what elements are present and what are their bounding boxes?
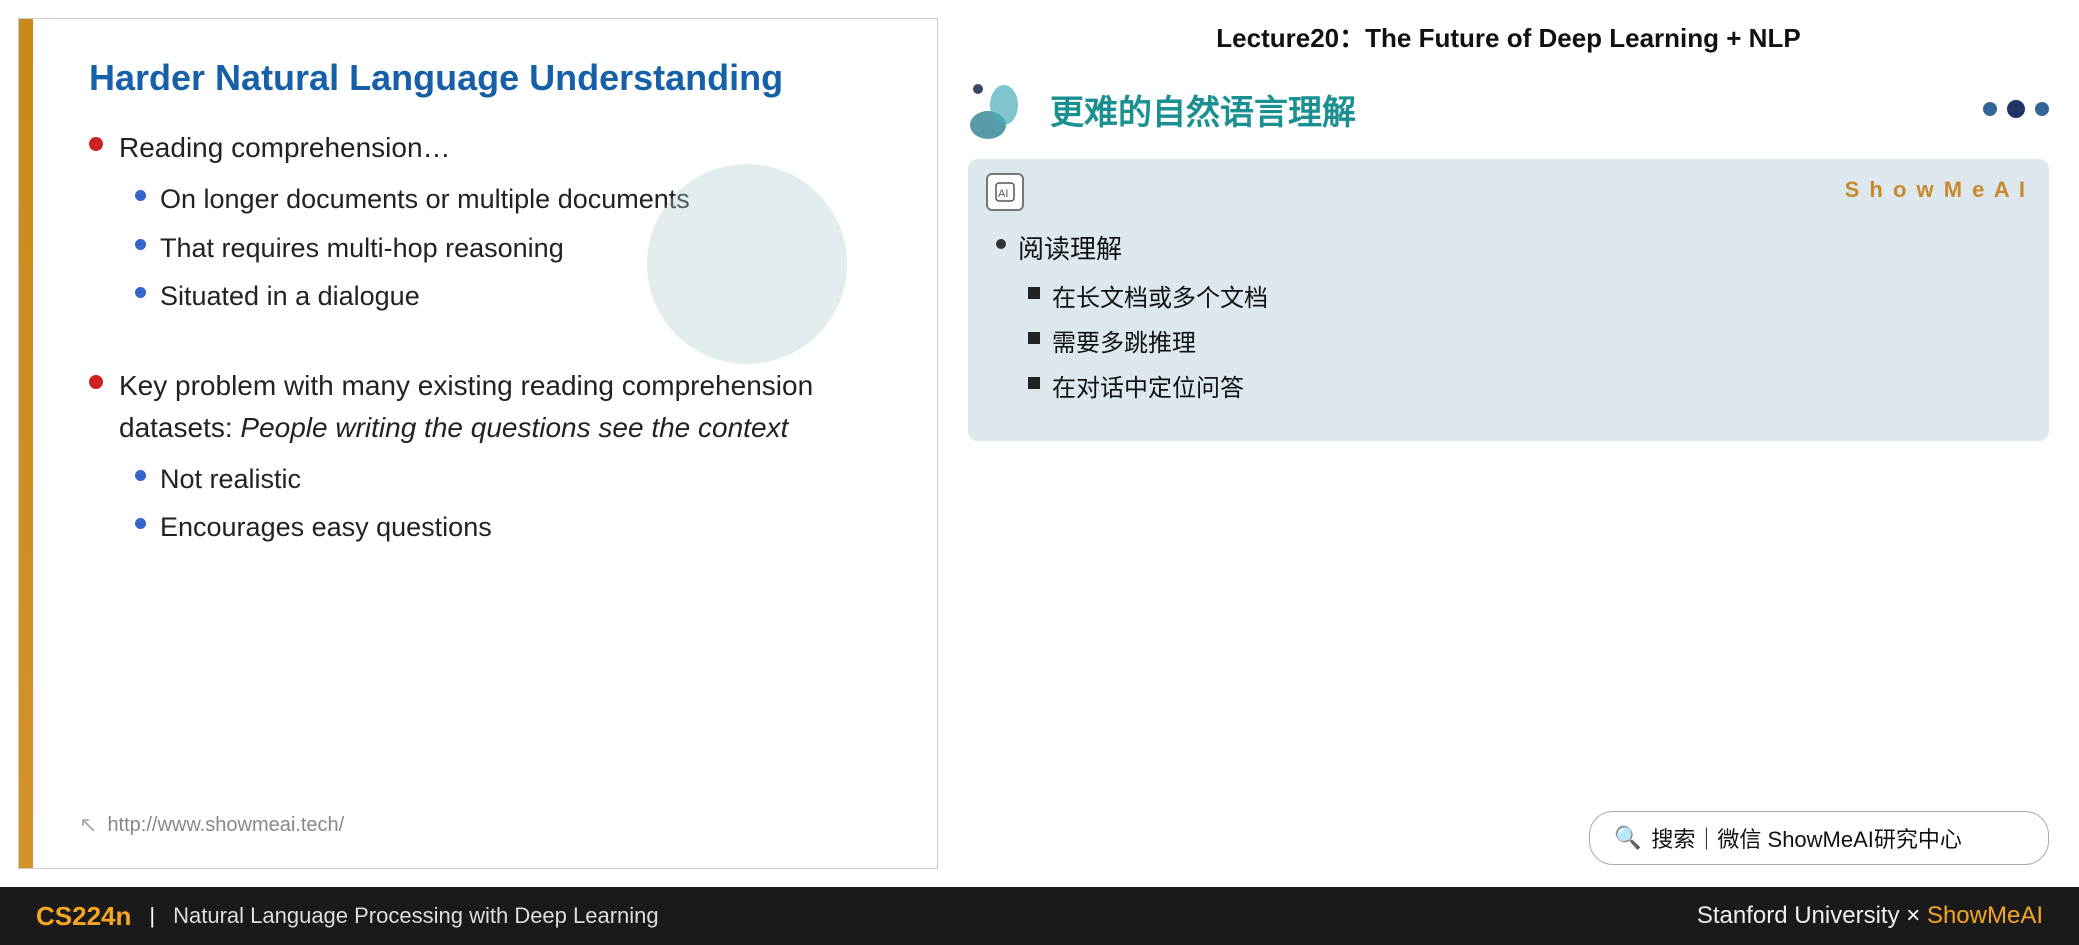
bottom-right: Stanford University × ShowMeAI (1697, 902, 2043, 930)
nav-dot-1 (1983, 102, 1997, 116)
slide-border-decoration (19, 19, 33, 868)
wave-icon (968, 77, 1032, 141)
sub-bullets-2: Not realistic Encourages easy questions (135, 459, 889, 548)
slide-footer: ↖ http://www.showmeai.tech/ (79, 792, 889, 838)
main-bullet-1: Reading comprehension… (89, 127, 889, 169)
lecture-title: Lecture20：The Future of Deep Learning + … (968, 0, 2049, 65)
nav-dot-2 (2007, 100, 2025, 118)
sub-text-2-1: Not realistic (160, 459, 301, 500)
sub-dot-2-2 (135, 518, 146, 529)
sub-dot-2-1 (135, 470, 146, 481)
bullet-dot-red-1 (89, 137, 103, 151)
card-main-bullet: 阅读理解 (996, 229, 2021, 266)
card-sub-text-2: 需要多跳推理 (1052, 323, 1196, 358)
cursor-icon: ↖ (79, 812, 97, 838)
sub-text-1-2: That requires multi-hop reasoning (160, 228, 564, 269)
course-subtitle: Natural Language Processing with Deep Le… (173, 903, 659, 929)
translation-card: AI S h o w M e A I 阅读理解 在长文档或多个文档 需要多跳推 (968, 159, 2049, 441)
sub-text-1-1: On longer documents or multiple document… (160, 179, 690, 220)
card-sub-square-1 (1028, 287, 1040, 299)
x-symbol: × (1906, 902, 1927, 929)
main-bullet-text-2: Key problem with many existing reading c… (119, 365, 889, 449)
nav-dot-3 (2035, 102, 2049, 116)
bottom-brand: ShowMeAI (1927, 902, 2043, 929)
card-sub-1: 在长文档或多个文档 (1028, 278, 2021, 313)
search-placeholder-text: 搜索｜微信 ShowMeAI研究中心 (1651, 822, 1962, 854)
nav-dots (1983, 100, 2049, 118)
card-sub-text-3: 在对话中定位问答 (1052, 368, 1244, 403)
card-sub-text-1: 在长文档或多个文档 (1052, 278, 1268, 313)
card-sub-square-2 (1028, 332, 1040, 344)
card-main-text: 阅读理解 (1018, 229, 1122, 266)
main-bullet-2-block: Key problem with many existing reading c… (79, 365, 889, 560)
main-bullet-text-1: Reading comprehension… (119, 127, 451, 169)
card-bullet-dot (996, 239, 1006, 249)
sub-text-2-2: Encourages easy questions (160, 507, 492, 548)
sub-dot-1-2 (135, 239, 146, 250)
university-label: Stanford University (1697, 902, 1900, 929)
ai-icon: AI (986, 173, 1024, 211)
bottom-left: CS224n | Natural Language Processing wit… (36, 901, 659, 932)
svg-text:AI: AI (998, 188, 1008, 200)
right-title-row: 更难的自然语言理解 (968, 77, 2049, 141)
card-sub-square-3 (1028, 377, 1040, 389)
search-box-area: 🔍 搜索｜微信 ShowMeAI研究中心 (968, 811, 2049, 865)
bullet-dot-red-2 (89, 375, 103, 389)
search-input[interactable]: 🔍 搜索｜微信 ShowMeAI研究中心 (1589, 811, 2049, 865)
sub-bullet-2-2: Encourages easy questions (135, 507, 889, 548)
card-sub-2: 需要多跳推理 (1028, 323, 2021, 358)
search-icon: 🔍 (1614, 825, 1641, 851)
circle-decoration (647, 164, 847, 364)
sub-dot-1-3 (135, 287, 146, 298)
slide-left: Harder Natural Language Understanding Re… (18, 18, 938, 869)
slide-right: Lecture20：The Future of Deep Learning + … (938, 0, 2079, 887)
main-bullet-2: Key problem with many existing reading c… (89, 365, 889, 449)
right-title-chinese: 更难的自然语言理解 (1050, 85, 1356, 134)
card-sub-bullets: 在长文档或多个文档 需要多跳推理 在对话中定位问答 (1028, 278, 2021, 403)
sub-text-1-3: Situated in a dialogue (160, 276, 420, 317)
card-sub-3: 在对话中定位问答 (1028, 368, 2021, 403)
bottom-bar: CS224n | Natural Language Processing wit… (0, 887, 2079, 945)
sub-dot-1-1 (135, 190, 146, 201)
slide-title: Harder Natural Language Understanding (89, 57, 889, 99)
card-content: 阅读理解 在长文档或多个文档 需要多跳推理 在对话中定位问答 (996, 229, 2021, 403)
footer-url: http://www.showmeai.tech/ (107, 814, 344, 837)
card-brand-label: S h o w M e A I (1845, 177, 2027, 203)
bottom-divider: | (149, 903, 155, 929)
course-label: CS224n (36, 901, 131, 932)
sub-bullet-2-1: Not realistic (135, 459, 889, 500)
